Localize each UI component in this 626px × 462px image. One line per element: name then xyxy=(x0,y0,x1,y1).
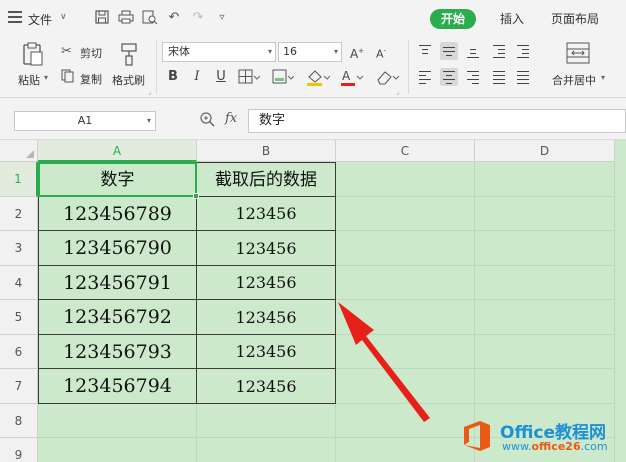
watermark: Office教程网 www.office26.com xyxy=(462,418,622,458)
watermark-url-prefix: www. xyxy=(502,440,532,453)
watermark-url-brand: office26 xyxy=(531,440,581,453)
watermark-url: www.office26.com xyxy=(502,440,608,453)
watermark-url-suffix: .com xyxy=(580,440,608,453)
office-logo xyxy=(464,421,490,451)
annotation-arrow xyxy=(338,302,430,422)
